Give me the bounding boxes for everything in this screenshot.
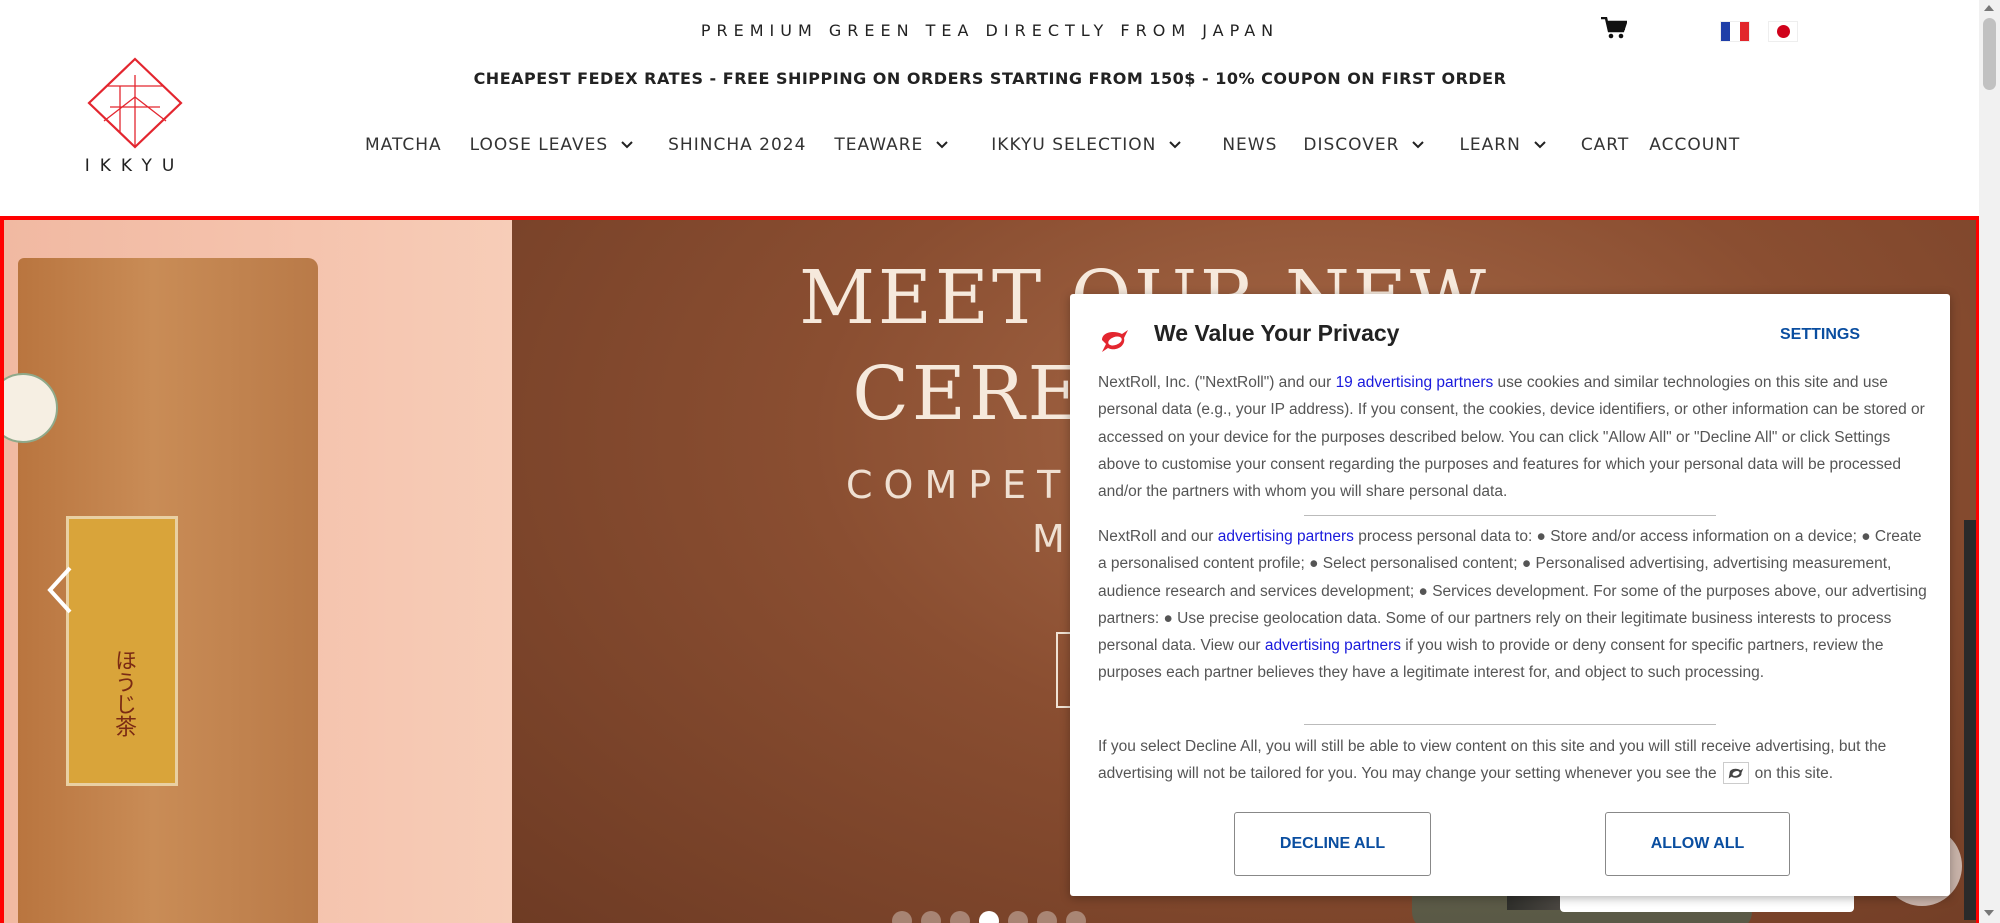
slider-prev-arrow-icon[interactable] (42, 560, 82, 620)
nextroll-logo-icon (1102, 330, 1128, 352)
japan-flag-icon[interactable] (1768, 21, 1798, 42)
organic-seal-icon (4, 373, 58, 443)
slider-dot[interactable] (1066, 911, 1086, 923)
scroll-thumb[interactable] (1983, 18, 1996, 90)
shopping-cart-icon[interactable] (1601, 17, 1627, 39)
tea-label-text: ほうじ茶 (111, 649, 136, 737)
nav-discover[interactable]: DISCOVER (1303, 135, 1425, 155)
chevron-down-icon (1169, 141, 1182, 149)
slider-dot[interactable] (921, 911, 941, 923)
consent-text: NextRoll and our (1098, 528, 1218, 545)
scroll-up-arrow-icon[interactable] (1984, 5, 1994, 11)
logo-wordmark: IKKYU (84, 156, 185, 176)
nav-ikkyu-selection[interactable]: IKKYU SELECTION (991, 135, 1182, 155)
nav-label: CART (1580, 135, 1630, 155)
nav-label: DISCOVER (1303, 135, 1400, 155)
consent-paragraph-2: NextRoll and our advertising partners pr… (1098, 523, 1928, 687)
slider-dot[interactable] (1037, 911, 1057, 923)
nav-loose-leaves[interactable]: LOOSE LEAVES (470, 135, 634, 155)
nav-news[interactable]: NEWS (1222, 135, 1277, 155)
nav-label: IKKYU SELECTION (991, 135, 1157, 155)
nav-account[interactable]: ACCOUNT (1649, 135, 1740, 155)
allow-all-button[interactable]: ALLOW ALL (1605, 812, 1790, 876)
advertising-partners-link[interactable]: 19 advertising partners (1336, 374, 1494, 391)
shipping-promo-banner: CHEAPEST FEDEX RATES - FREE SHIPPING ON … (473, 69, 1507, 88)
nav-cart[interactable]: CART (1581, 135, 1629, 155)
nav-label: SHINCHA 2024 (668, 135, 807, 155)
slider-dot[interactable] (892, 911, 912, 923)
tea-bag-label: ほうじ茶 (66, 516, 178, 786)
settings-link[interactable]: SETTINGS (1780, 326, 1860, 344)
divider (1304, 515, 1716, 516)
page-scrollbar[interactable] (1979, 0, 2000, 923)
chevron-down-icon (1412, 141, 1425, 149)
nav-label: MATCHA (365, 135, 442, 155)
nav-matcha[interactable]: MATCHA (365, 135, 442, 155)
nav-label: LOOSE LEAVES (469, 135, 609, 155)
france-flag-icon[interactable] (1720, 21, 1750, 42)
advertising-partners-link[interactable]: advertising partners (1265, 637, 1401, 654)
nextroll-settings-icon[interactable] (1722, 762, 1749, 785)
consent-paragraph-1: NextRoll, Inc. ("NextRoll") and our 19 a… (1098, 369, 1928, 505)
nav-shincha-2024[interactable]: SHINCHA 2024 (668, 135, 806, 155)
nav-label: NEWS (1222, 135, 1278, 155)
consent-text: process personal data to: ● Store and/or… (1098, 528, 1927, 655)
consent-title: We Value Your Privacy (1154, 320, 1400, 346)
consent-text: on this site. (1754, 765, 1834, 783)
decline-all-button[interactable]: DECLINE ALL (1234, 812, 1431, 876)
divider (1304, 724, 1716, 725)
scroll-down-arrow-icon[interactable] (1984, 910, 1994, 916)
main-navigation: MATCHA LOOSE LEAVES SHINCHA 2024 TEAWARE… (365, 132, 1740, 158)
slider-dot[interactable] (950, 911, 970, 923)
next-slide-preview (1964, 520, 1976, 920)
nav-learn[interactable]: LEARN (1459, 135, 1546, 155)
consent-text: use cookies and similar technologies on … (1098, 374, 1925, 501)
consent-paragraph-3: If you select Decline All, you will stil… (1098, 733, 1928, 788)
chevron-down-icon (936, 141, 949, 149)
chevron-down-icon (621, 141, 633, 149)
slider-pagination (892, 911, 1086, 923)
advertising-partners-link[interactable]: advertising partners (1218, 528, 1354, 545)
nav-label: ACCOUNT (1649, 135, 1741, 155)
nav-label: TEAWARE (834, 135, 924, 155)
consent-text: NextRoll, Inc. ("NextRoll") and our (1098, 374, 1336, 391)
slider-dot[interactable] (1008, 911, 1028, 923)
chevron-down-icon (1534, 141, 1546, 149)
slider-dot-active[interactable] (979, 911, 999, 923)
header-tagline: PREMIUM GREEN TEA DIRECTLY FROM JAPAN (700, 21, 1280, 40)
nav-teaware[interactable]: TEAWARE (834, 135, 949, 155)
nav-label: LEARN (1459, 135, 1521, 155)
privacy-consent-dialog: We Value Your Privacy SETTINGS NextRoll,… (1070, 294, 1950, 896)
